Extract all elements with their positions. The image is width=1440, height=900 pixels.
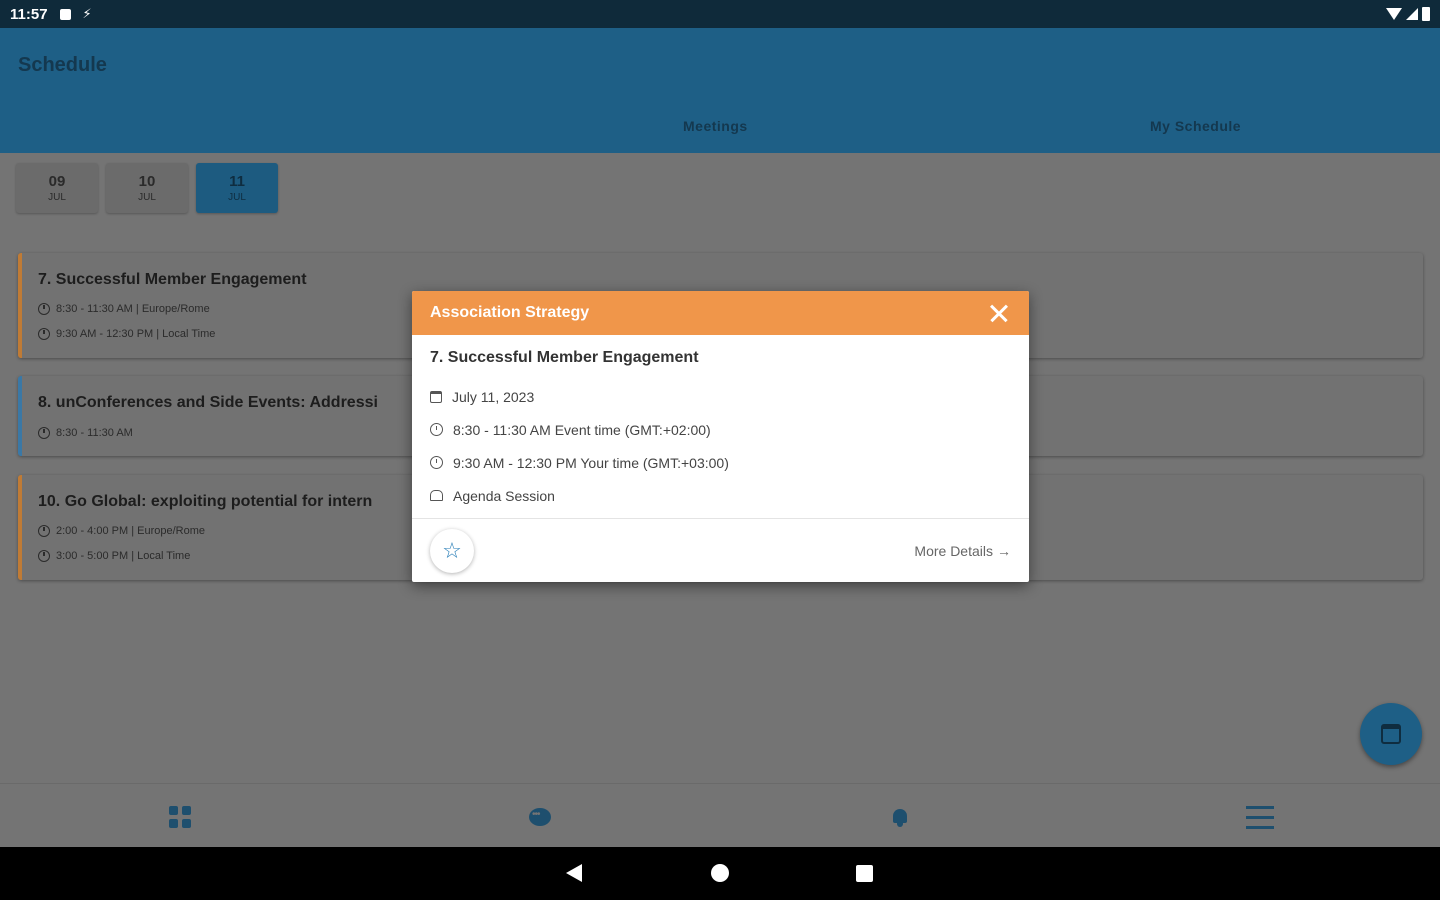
clock-icon bbox=[38, 328, 50, 340]
session-type-icon bbox=[430, 490, 443, 501]
date-month: JUL bbox=[228, 192, 246, 203]
app-header: Schedule Meetings My Schedule bbox=[0, 28, 1440, 153]
date-month: JUL bbox=[138, 192, 156, 203]
calendar-fab-button[interactable] bbox=[1360, 703, 1422, 765]
back-icon[interactable] bbox=[566, 864, 582, 882]
card-accent-bar bbox=[18, 475, 22, 580]
status-bar: 11:57 ⚡ bbox=[0, 0, 1440, 28]
clock-icon bbox=[430, 456, 443, 469]
date-day: 10 bbox=[138, 173, 156, 190]
session-time-text: 3:00 - 5:00 PM | Local Time bbox=[56, 550, 191, 562]
session-detail-dialog: Association Strategy 7. Successful Membe… bbox=[412, 291, 1029, 582]
session-date: July 11, 2023 bbox=[452, 388, 535, 405]
battery-icon bbox=[1422, 7, 1430, 21]
arrow-right-icon: → bbox=[997, 542, 1011, 559]
session-time-line: 2:00 - 4:00 PM | Europe/Rome bbox=[38, 525, 205, 537]
recent-apps-icon[interactable] bbox=[856, 865, 873, 882]
clock-icon bbox=[430, 423, 443, 436]
grid-icon bbox=[169, 806, 191, 828]
card-accent-bar bbox=[18, 253, 22, 358]
clock-icon bbox=[38, 303, 50, 315]
wifi-icon bbox=[1386, 8, 1402, 20]
status-time: 11:57 bbox=[10, 5, 48, 23]
dialog-category: Association Strategy bbox=[430, 304, 590, 321]
calendar-icon bbox=[1381, 724, 1401, 744]
date-chip-09[interactable]: 09 JUL bbox=[16, 163, 98, 213]
dialog-footer: ☆ More Details → bbox=[412, 519, 1029, 582]
your-time: 9:30 AM - 12:30 PM Your time (GMT:+03:00… bbox=[453, 454, 729, 471]
nav-notifications-button[interactable] bbox=[885, 802, 915, 832]
close-icon[interactable] bbox=[987, 301, 1011, 325]
session-date-row: July 11, 2023 bbox=[430, 380, 1011, 413]
flash-icon: ⚡ bbox=[82, 6, 92, 21]
star-outline-icon: ☆ bbox=[442, 537, 462, 563]
event-time: 8:30 - 11:30 AM Event time (GMT:+02:00) bbox=[453, 421, 711, 438]
clock-icon bbox=[38, 427, 50, 439]
session-time-text: 8:30 - 11:30 AM | Europe/Rome bbox=[56, 303, 210, 315]
session-time-line: 8:30 - 11:30 AM | Europe/Rome bbox=[38, 303, 210, 315]
clock-icon bbox=[38, 525, 50, 537]
favorite-button[interactable]: ☆ bbox=[430, 528, 474, 573]
home-icon[interactable] bbox=[711, 864, 729, 882]
date-month: JUL bbox=[48, 192, 66, 203]
event-time-row: 8:30 - 11:30 AM Event time (GMT:+02:00) bbox=[430, 413, 1011, 446]
session-title: 10. Go Global: exploiting potential for … bbox=[38, 493, 373, 510]
date-chip-10[interactable]: 10 JUL bbox=[106, 163, 188, 213]
session-time-line: 3:00 - 5:00 PM | Local Time bbox=[38, 550, 190, 562]
card-accent-bar bbox=[18, 376, 22, 456]
tab-my-schedule[interactable]: My Schedule bbox=[1150, 118, 1241, 134]
notification-icon bbox=[59, 8, 71, 20]
date-day: 11 bbox=[229, 173, 245, 190]
dialog-header: Association Strategy bbox=[412, 291, 1029, 335]
page-title: Schedule bbox=[18, 54, 107, 76]
nav-menu-button[interactable] bbox=[1245, 802, 1275, 832]
session-time-text: 2:00 - 4:00 PM | Europe/Rome bbox=[56, 525, 205, 537]
dialog-body: 7. Successful Member Engagement July 11,… bbox=[412, 335, 1029, 519]
date-selector: 09 JUL 10 JUL 11 JUL bbox=[16, 163, 278, 213]
session-title: 7. Successful Member Engagement bbox=[38, 271, 307, 288]
bell-icon bbox=[891, 807, 909, 827]
dialog-session-title: 7. Successful Member Engagement bbox=[430, 349, 699, 366]
signal-icon bbox=[1406, 8, 1418, 20]
clock-icon bbox=[38, 550, 50, 562]
session-type-row: Agenda Session bbox=[430, 479, 1011, 512]
tab-meetings[interactable]: Meetings bbox=[683, 118, 748, 134]
nav-chat-button[interactable] bbox=[525, 802, 555, 832]
session-time-text: 8:30 - 11:30 AM bbox=[56, 427, 133, 439]
your-time-row: 9:30 AM - 12:30 PM Your time (GMT:+03:00… bbox=[430, 446, 1011, 479]
system-navigation-bar bbox=[0, 847, 1440, 900]
nav-home-button[interactable] bbox=[165, 802, 195, 832]
calendar-icon bbox=[430, 390, 442, 403]
session-time-text: 9:30 AM - 12:30 PM | Local Time bbox=[56, 328, 216, 340]
session-time-line: 8:30 - 11:30 AM bbox=[38, 427, 133, 439]
date-day: 09 bbox=[48, 173, 66, 190]
bottom-navigation bbox=[0, 783, 1440, 847]
more-details-link[interactable]: More Details → bbox=[914, 543, 1011, 559]
session-time-line: 9:30 AM - 12:30 PM | Local Time bbox=[38, 328, 215, 340]
menu-icon bbox=[1246, 805, 1274, 829]
session-type: Agenda Session bbox=[453, 487, 555, 504]
chat-icon bbox=[529, 808, 551, 826]
more-details-label: More Details bbox=[914, 542, 993, 559]
date-chip-11[interactable]: 11 JUL bbox=[196, 163, 278, 213]
session-title: 8. unConferences and Side Events: Addres… bbox=[38, 394, 378, 411]
